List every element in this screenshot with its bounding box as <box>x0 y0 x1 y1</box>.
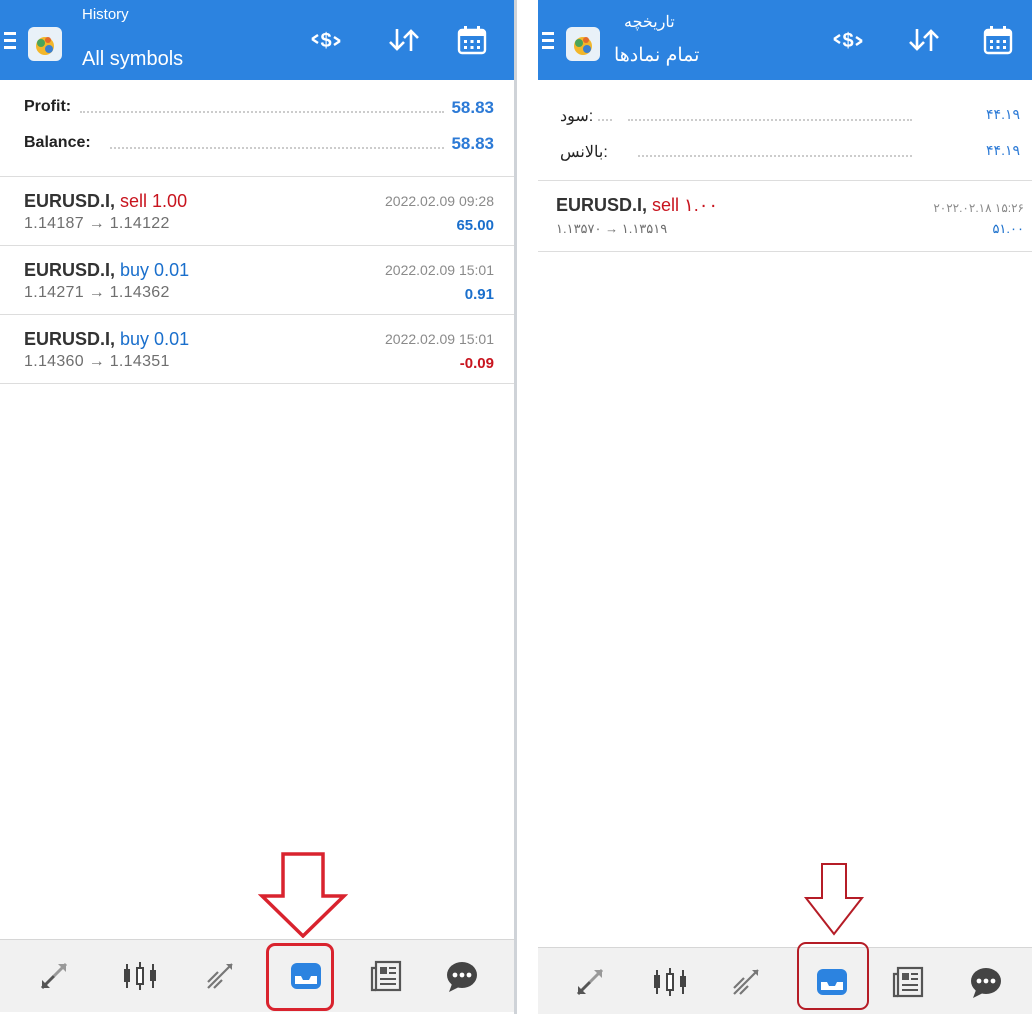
trade-prices: 1.14271 → 1.14362 <box>24 284 170 301</box>
trade-profit: 0.91 <box>464 286 494 303</box>
currency-exchange-icon[interactable]: $ <box>306 20 346 60</box>
sort-icon[interactable] <box>384 20 424 60</box>
trade-prices: 1.14360 → 1.14351 <box>24 353 170 370</box>
trade-symbol: EURUSD.I, <box>24 260 116 280</box>
history-screen-persian: تاریخچه تمام نمادها $ سود: ۴۴.۱۹ بالانس:… <box>538 0 1032 1014</box>
dotted-leader <box>110 147 444 149</box>
account-summary: سود: ۴۴.۱۹ بالانس: ۴۴.۱۹ <box>538 80 1032 181</box>
balance-value: ۴۴.۱۹ <box>984 142 1022 159</box>
nav-quotes-icon[interactable] <box>32 954 76 998</box>
menu-icon[interactable] <box>542 32 554 50</box>
nav-quotes-icon[interactable] <box>568 960 612 1004</box>
svg-text:$: $ <box>320 30 331 52</box>
nav-chart-icon[interactable] <box>118 954 162 998</box>
profit-value: ۴۴.۱۹ <box>984 106 1022 123</box>
symbol-filter-title[interactable]: All symbols <box>82 48 183 71</box>
trade-date: ۲۰۲۲.۰۲.۱۸ ۱۵:۲۶ <box>933 201 1024 215</box>
trade-profit: ۵۱.۰۰ <box>992 221 1024 236</box>
annotation-arrow-icon <box>258 852 348 938</box>
trade-prices: ۱.۱۳۵۷۰ → ۱.۱۳۵۱۹ <box>556 221 668 236</box>
trade-symbol: EURUSD.I, <box>24 191 116 211</box>
profit-label: سود: <box>556 106 598 126</box>
nav-chat-icon[interactable] <box>440 954 484 998</box>
screen-subtitle: تاریخچه <box>624 14 675 31</box>
trade-prices: 1.14187 → 1.14122 <box>24 215 170 232</box>
nav-chart-icon[interactable] <box>648 960 692 1004</box>
trade-row[interactable]: EURUSD.I, sell ۱.۰۰ ۱.۱۳۵۷۰ → ۱.۱۳۵۱۹ ۲۰… <box>538 181 1032 252</box>
top-bar: History All symbols $ <box>0 0 514 80</box>
dotted-leader <box>80 111 444 113</box>
nav-trade-icon[interactable] <box>724 960 768 1004</box>
trade-profit: -0.09 <box>459 355 494 372</box>
trade-symbol: EURUSD.I, <box>24 329 116 349</box>
symbol-filter-title[interactable]: تمام نمادها <box>614 44 699 67</box>
trade-row[interactable]: EURUSD.I, buy 0.01 1.14271 → 1.14362 202… <box>0 246 514 315</box>
trade-side: sell 1.00 <box>120 191 188 211</box>
nav-chat-icon[interactable] <box>964 960 1008 1004</box>
svg-text:$: $ <box>842 30 853 52</box>
trade-date: 2022.02.09 09:28 <box>385 193 494 209</box>
trade-date: 2022.02.09 15:01 <box>385 331 494 347</box>
menu-icon[interactable] <box>4 32 16 50</box>
nav-trade-icon[interactable] <box>198 954 242 998</box>
trade-row[interactable]: EURUSD.I, sell 1.00 1.14187 → 1.14122 20… <box>0 177 514 246</box>
account-summary: Profit: 58.83 Balance: 58.83 <box>0 80 514 177</box>
trade-row[interactable]: EURUSD.I, buy 0.01 1.14360 → 1.14351 202… <box>0 315 514 384</box>
profit-value: 58.83 <box>449 98 496 118</box>
trade-side: buy 0.01 <box>120 260 190 280</box>
divider-line <box>514 0 517 1014</box>
annotation-arrow-icon <box>803 863 865 936</box>
history-tab-highlight <box>266 943 334 1011</box>
dotted-leader <box>638 155 912 157</box>
app-logo <box>28 27 62 61</box>
trade-side: sell ۱.۰۰ <box>652 195 719 215</box>
balance-label: Balance: <box>20 134 95 152</box>
trade-profit: 65.00 <box>456 217 494 234</box>
bottom-nav <box>538 947 1032 1014</box>
calendar-icon[interactable] <box>452 20 492 60</box>
bottom-nav <box>0 939 514 1012</box>
currency-exchange-icon[interactable]: $ <box>828 20 868 60</box>
calendar-icon[interactable] <box>978 20 1018 60</box>
trade-date: 2022.02.09 15:01 <box>385 262 494 278</box>
profit-label: Profit: <box>20 98 76 116</box>
balance-label: بالانس: <box>556 142 612 162</box>
top-bar: تاریخچه تمام نمادها $ <box>538 0 1032 80</box>
balance-value: 58.83 <box>449 134 496 154</box>
sort-icon[interactable] <box>904 20 944 60</box>
nav-news-icon[interactable] <box>364 954 408 998</box>
screens-separator <box>514 0 538 1014</box>
dotted-leader <box>598 119 612 121</box>
app-logo <box>566 27 600 61</box>
dotted-leader <box>628 119 912 121</box>
screen-subtitle: History <box>82 6 129 23</box>
trade-symbol: EURUSD.I, <box>556 195 648 215</box>
history-screen-english: History All symbols $ Profit: 58.83 Bala… <box>0 0 514 1014</box>
trade-side: buy 0.01 <box>120 329 190 349</box>
history-tab-highlight <box>797 942 869 1010</box>
nav-news-icon[interactable] <box>886 960 930 1004</box>
